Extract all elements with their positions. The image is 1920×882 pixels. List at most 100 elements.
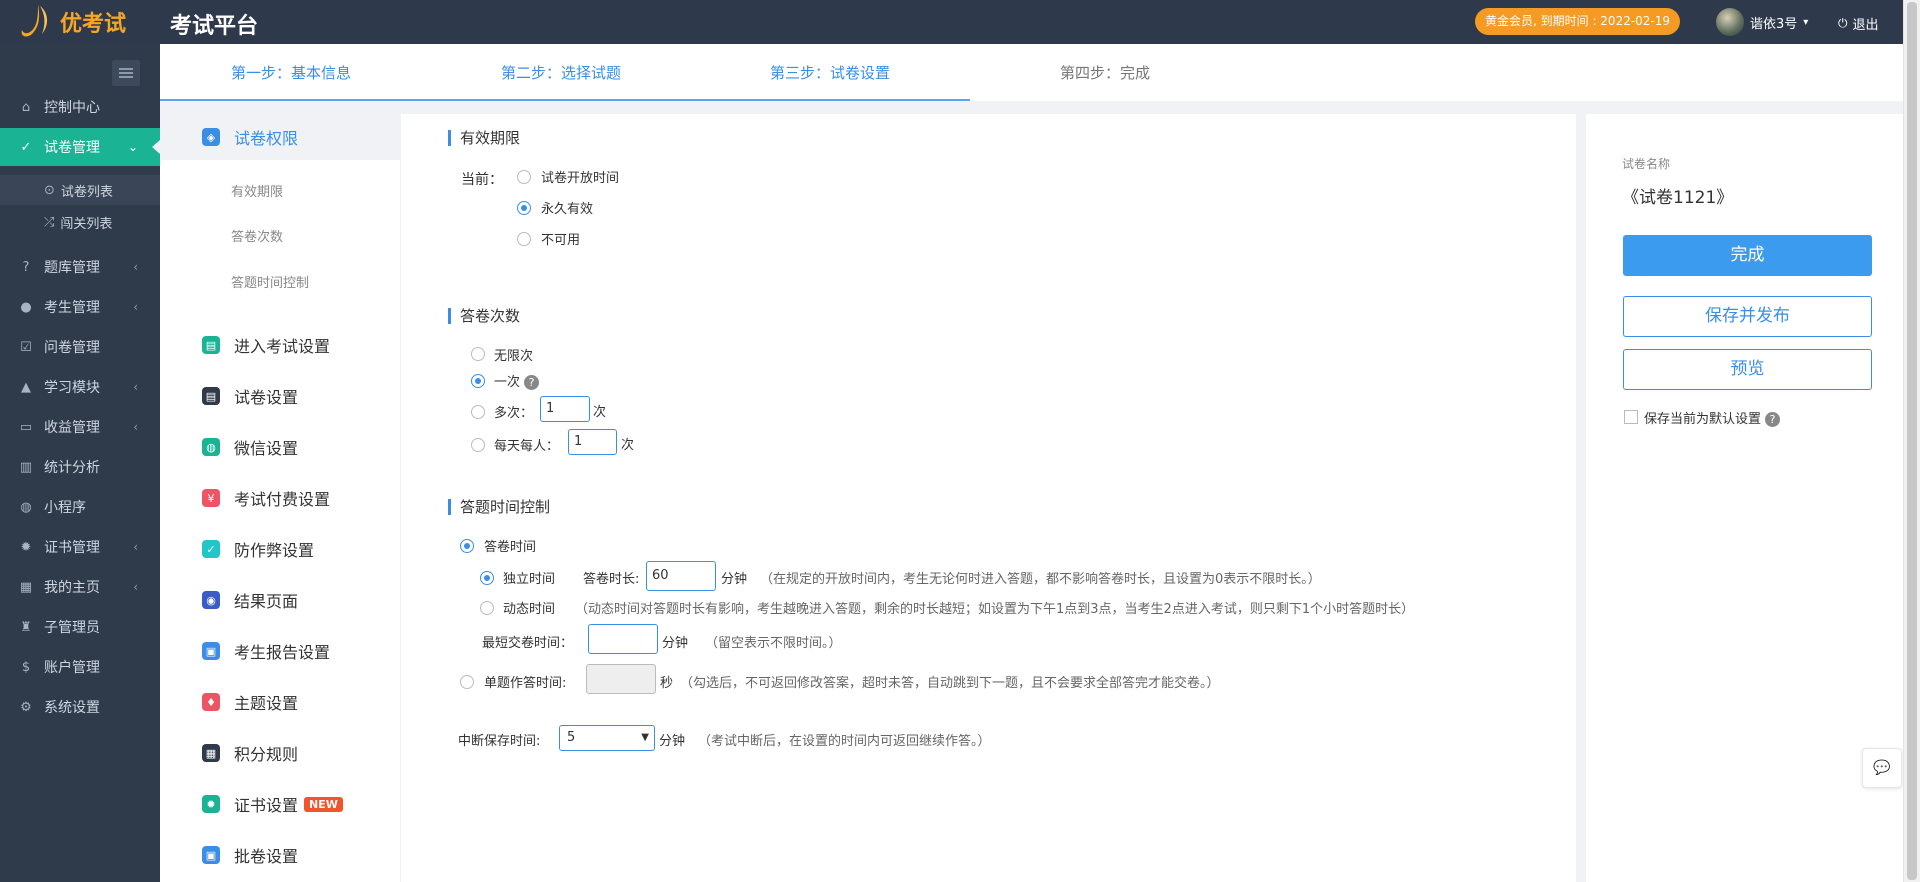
step-3[interactable]: 第三步：试卷设置 — [770, 62, 890, 83]
chevron-left-icon: ‹ — [133, 260, 138, 274]
help-icon[interactable]: ? — [524, 375, 540, 390]
settings-nav-sub-validity[interactable]: 有效期限 — [231, 181, 283, 200]
default-settings-checkbox[interactable] — [1624, 410, 1638, 424]
single-question-input[interactable] — [586, 664, 656, 694]
new-badge: NEW — [304, 796, 343, 812]
settings-nav-label: 考试付费设置 — [234, 490, 331, 509]
answer-time-radio[interactable] — [460, 539, 474, 553]
dynamic-time-radio[interactable] — [480, 601, 494, 615]
grading-icon: ▣ — [202, 846, 220, 864]
feedback-chat-button[interactable]: 💬 — [1862, 748, 1902, 788]
settings-nav-permission[interactable]: ◈ 试卷权限 — [160, 114, 400, 160]
settings-nav-sub-timing[interactable]: 答题时间控制 — [231, 272, 309, 291]
step-2[interactable]: 第二步：选择试题 — [501, 62, 621, 83]
attempts-once-radio[interactable] — [471, 374, 485, 388]
logout-button[interactable]: ⏻ 退出 — [1838, 14, 1879, 33]
sidebar-item-label: 试卷管理 — [44, 140, 100, 156]
sidebar-item-label: 系统设置 — [44, 700, 100, 716]
sidebar-subitem-level-list[interactable]: ⤮ 闯关列表 — [0, 207, 160, 237]
exam-name-value: 《试卷1121》 — [1622, 188, 1734, 208]
settings-nav-certificate[interactable]: ✹ 证书设置 NEW — [160, 781, 400, 827]
settings-nav-sub-attempts[interactable]: 答卷次数 — [231, 226, 283, 245]
sidebar-item-label: 题库管理 — [44, 260, 100, 276]
sidebar-subitem-exam-list[interactable]: ⊙ 试卷列表 — [0, 175, 160, 205]
sidebar-item-label: 账户管理 — [44, 660, 100, 676]
scrollbar-thumb[interactable] — [1907, 2, 1917, 880]
shirt-icon: ♦ — [202, 693, 220, 711]
settings-nav-label: 结果页面 — [234, 592, 299, 611]
settings-nav-grading[interactable]: ▣ 批卷设置 — [160, 832, 400, 878]
bar-chart-icon: ▥ — [19, 459, 33, 475]
wechat-icon: ◍ — [20, 499, 32, 515]
settings-nav-anti-cheat[interactable]: ✓ 防作弊设置 — [160, 526, 400, 572]
settings-nav-payment[interactable]: ¥ 考试付费设置 — [160, 475, 400, 521]
sidebar-item-question-bank[interactable]: ? 题库管理 ‹ — [0, 248, 160, 286]
eye-icon: ◉ — [202, 591, 220, 609]
user-menu[interactable]: 谐依3号 ▾ — [1716, 8, 1808, 36]
building-icon: ▦ — [19, 579, 33, 595]
sidebar-item-certificates[interactable]: ✹ 证书管理 ‹ — [0, 528, 160, 566]
min-submit-input[interactable] — [588, 624, 658, 654]
attempts-multi-input[interactable]: 1 — [540, 396, 590, 422]
sidebar-item-candidates[interactable]: ● 考生管理 ‹ — [0, 288, 160, 326]
shield-check-icon: ✓ — [202, 540, 220, 558]
validity-open-time-radio[interactable] — [517, 170, 531, 184]
settings-nav-wechat[interactable]: ◍ 微信设置 — [160, 424, 400, 470]
settings-nav-exam-settings[interactable]: ▤ 试卷设置 — [160, 373, 400, 419]
scrollbar[interactable] — [1903, 0, 1920, 882]
vip-badge[interactable]: 黄金会员, 到期时间 : 2022-02-19 — [1475, 8, 1681, 35]
settings-nav-label: 证书设置 — [234, 796, 299, 815]
timing-section-title: 答题时间控制 — [448, 499, 550, 515]
sidebar-item-statistics[interactable]: ▥ 统计分析 — [0, 448, 160, 486]
attempts-daily-input[interactable]: 1 — [568, 429, 617, 455]
user-lock-icon: ♜ — [20, 619, 32, 635]
attempts-unlimited-radio[interactable] — [471, 347, 485, 361]
logo[interactable]: 优考试 — [18, 0, 160, 44]
help-icon[interactable]: ? — [1765, 412, 1781, 427]
attempts-daily-radio[interactable] — [471, 438, 485, 452]
step-1[interactable]: 第一步：基本信息 — [231, 62, 351, 83]
step-4[interactable]: 第四步：完成 — [1060, 62, 1150, 83]
independent-time-radio[interactable] — [480, 571, 494, 585]
dollar-icon: $ — [21, 659, 31, 675]
menu-toggle-button[interactable] — [112, 60, 140, 86]
sidebar-item-revenue[interactable]: ▭ 收益管理 ‹ — [0, 408, 160, 446]
sidebar-item-survey[interactable]: ☑ 问卷管理 — [0, 328, 160, 366]
preview-button[interactable]: 预览 — [1623, 349, 1872, 390]
settings-nav-enter-exam[interactable]: ▤ 进入考试设置 — [160, 322, 400, 368]
validity-permanent-radio[interactable] — [517, 201, 531, 215]
validity-unavailable-radio[interactable] — [517, 232, 531, 246]
sidebar-item-system-settings[interactable]: ⚙ 系统设置 — [0, 688, 160, 726]
gear-icon: ⚙ — [20, 699, 32, 715]
interrupt-select[interactable]: 5 ▼ — [559, 725, 655, 751]
gift-icon: ▦ — [202, 744, 220, 762]
sidebar-item-label: 我的主页 — [44, 580, 100, 596]
settings-nav-theme[interactable]: ♦ 主题设置 — [160, 679, 400, 725]
sidebar-item-control-center[interactable]: ⌂ 控制中心 — [0, 88, 160, 126]
settings-nav-report[interactable]: ▣ 考生报告设置 — [160, 628, 400, 674]
sidebar-item-label: 收益管理 — [44, 420, 100, 436]
sidebar-item-account[interactable]: $ 账户管理 — [0, 648, 160, 686]
graduation-icon: ▲ — [21, 379, 31, 395]
duration-input[interactable]: 60 — [646, 561, 716, 591]
dynamic-hint: （动态时间对答题时长有影响，考生越晚进入答题，剩余的时长越短；如设置为下午1点到… — [575, 602, 1415, 617]
sidebar-item-miniprogram[interactable]: ◍ 小程序 — [0, 488, 160, 526]
sidebar-item-sub-admins[interactable]: ♜ 子管理员 — [0, 608, 160, 646]
sidebar-subitem-label: 试卷列表 — [60, 184, 113, 200]
chevron-left-icon: ‹ — [133, 380, 138, 394]
sidebar-item-exam-manage[interactable]: ✓ 试卷管理 ⌄ — [0, 128, 160, 166]
min-submit-unit: 分钟 — [662, 636, 689, 651]
settings-nav-label: 微信设置 — [234, 439, 299, 458]
yen-icon: ¥ — [202, 489, 220, 507]
check-square-icon: ☑ — [20, 339, 32, 355]
certificate-icon: ✹ — [202, 795, 220, 813]
attempts-multi-radio[interactable] — [471, 405, 485, 419]
settings-nav-result-page[interactable]: ◉ 结果页面 — [160, 577, 400, 623]
finish-button[interactable]: 完成 — [1623, 235, 1872, 276]
save-publish-button[interactable]: 保存并发布 — [1623, 296, 1872, 337]
sidebar-item-label: 考生管理 — [44, 300, 100, 316]
sidebar-item-homepage[interactable]: ▦ 我的主页 ‹ — [0, 568, 160, 606]
sidebar-item-learning[interactable]: ▲ 学习模块 ‹ — [0, 368, 160, 406]
settings-nav-points[interactable]: ▦ 积分规则 — [160, 730, 400, 776]
single-question-radio[interactable] — [460, 675, 474, 689]
